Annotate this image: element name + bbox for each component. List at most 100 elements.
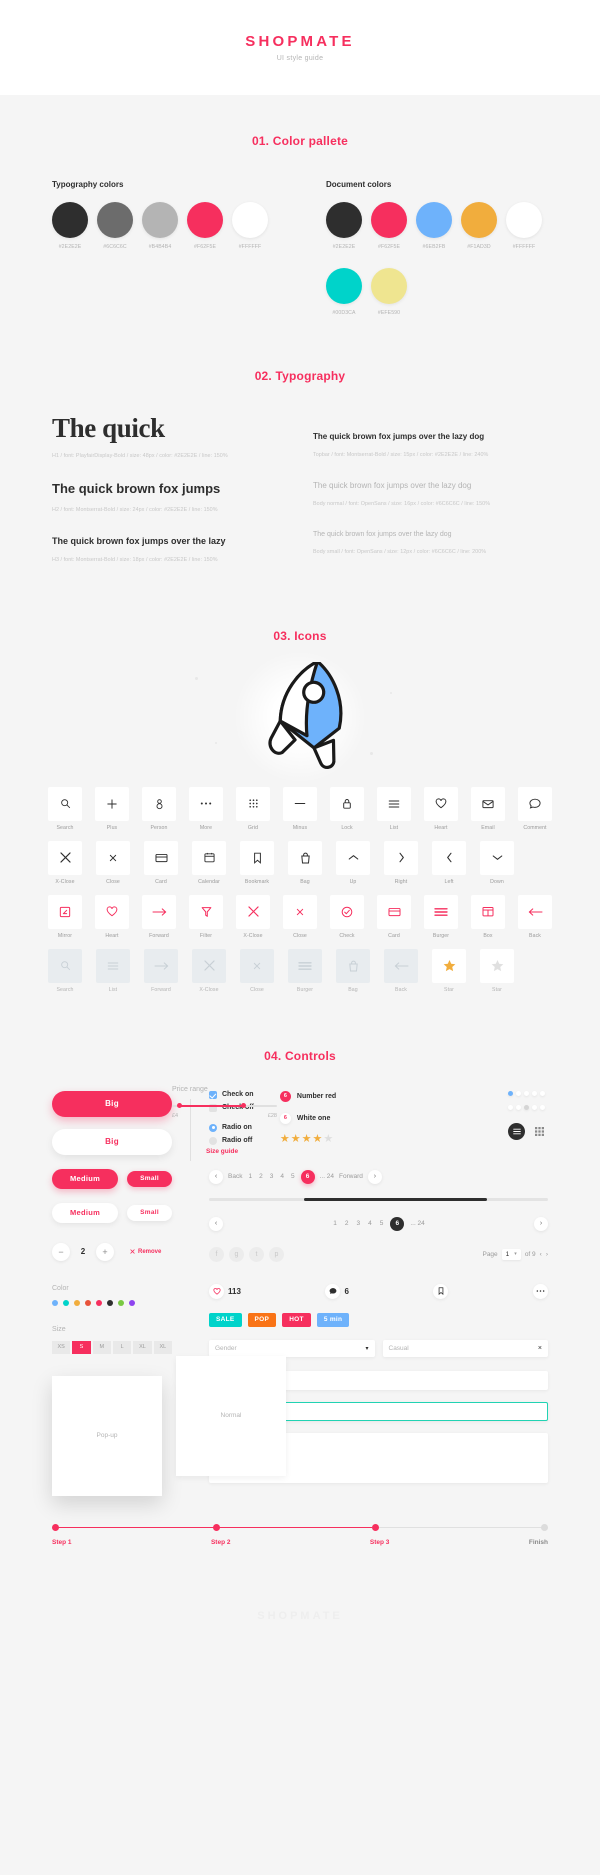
pagination-page-active[interactable]: 6	[390, 1216, 405, 1231]
card-icon[interactable]	[144, 840, 178, 875]
tag-pop[interactable]: POP	[247, 1312, 277, 1327]
plus-icon[interactable]	[95, 786, 129, 821]
gender-select[interactable]: Gender ▾	[209, 1339, 375, 1357]
dot-active[interactable]	[508, 1090, 513, 1096]
color-swatch[interactable]	[96, 1299, 102, 1306]
icon-cell[interactable]: Close	[240, 948, 274, 993]
step-dot-2[interactable]	[213, 1523, 221, 1531]
icon-cell[interactable]: Forward	[144, 948, 178, 993]
comment-metric[interactable]: 6	[325, 1283, 349, 1299]
star-filled-icon[interactable]: ★	[302, 1132, 312, 1145]
bookmark-metric[interactable]	[433, 1283, 449, 1299]
comment-icon[interactable]	[325, 1283, 341, 1299]
dot[interactable]	[516, 1090, 521, 1096]
color-swatch[interactable]	[129, 1299, 135, 1306]
box-icon[interactable]	[471, 894, 505, 929]
icon-cell[interactable]: Filter	[189, 894, 223, 939]
bag-icon[interactable]	[288, 840, 322, 875]
icon-cell[interactable]: Calendar	[192, 840, 226, 885]
list-icon[interactable]	[96, 948, 130, 983]
star-empty-icon[interactable]: ★	[323, 1132, 333, 1145]
bookmark-icon[interactable]	[433, 1283, 449, 1299]
swatch[interactable]: #6EB2FB	[416, 202, 452, 250]
swatch[interactable]: #F1AD3D	[461, 202, 497, 250]
forward-icon[interactable]	[142, 894, 176, 929]
size-option-selected[interactable]: S	[72, 1340, 91, 1354]
pagination-page[interactable]: 2	[344, 1220, 350, 1227]
radio-off[interactable]: Radio off	[209, 1136, 254, 1145]
dot[interactable]	[532, 1090, 537, 1096]
close-icon[interactable]	[240, 948, 274, 983]
price-range-track[interactable]	[172, 1103, 277, 1109]
icon-cell[interactable]: Up	[336, 840, 370, 885]
step-dot-3[interactable]	[371, 1523, 379, 1531]
pinterest-icon[interactable]: p	[269, 1246, 284, 1262]
dot-pager-gray[interactable]	[508, 1104, 548, 1110]
icon-cell[interactable]: Down	[480, 840, 514, 885]
stepper-plus-button[interactable]: +	[96, 1242, 114, 1261]
color-swatch[interactable]	[85, 1299, 91, 1306]
size-option[interactable]: XL	[153, 1340, 172, 1354]
calendar-icon[interactable]	[192, 840, 226, 875]
tag-hot[interactable]: HOT	[282, 1312, 311, 1327]
icon-cell[interactable]: Email	[471, 786, 505, 831]
pagination-prev-button[interactable]: ‹	[209, 1216, 223, 1231]
heart-icon[interactable]	[424, 786, 458, 821]
mirror-icon[interactable]	[48, 894, 82, 929]
up-icon[interactable]	[336, 840, 370, 875]
star-filled-icon[interactable]: ★	[313, 1132, 323, 1145]
swatch[interactable]: #F62F5E	[371, 202, 407, 250]
step-dot-4[interactable]	[541, 1523, 548, 1531]
icon-cell[interactable]: Box	[471, 894, 505, 939]
small-primary-button[interactable]: Small	[127, 1170, 172, 1187]
star-filled-icon[interactable]: ★	[280, 1132, 290, 1145]
pagination-next-button[interactable]: ›	[367, 1169, 382, 1184]
size-option[interactable]: XL	[133, 1340, 152, 1354]
tag-sale[interactable]: SALE	[209, 1312, 242, 1327]
scrollbar-thumb[interactable]	[303, 1197, 487, 1201]
icon-cell[interactable]: Card	[377, 894, 411, 939]
icon-cell[interactable]: X-Close	[48, 840, 82, 885]
icon-cell[interactable]: Card	[144, 840, 178, 885]
icon-cell[interactable]: Forward	[142, 894, 176, 939]
like-metric[interactable]: 113	[209, 1283, 241, 1299]
dot[interactable]	[540, 1090, 545, 1096]
filter-icon[interactable]	[189, 894, 223, 929]
size-option[interactable]: XS	[52, 1340, 71, 1354]
star-filled-icon[interactable]	[432, 948, 466, 983]
tag-time[interactable]: 5 min	[316, 1312, 350, 1327]
stepper-minus-button[interactable]: −	[52, 1242, 70, 1261]
icon-cell[interactable]: List	[377, 786, 411, 831]
icon-cell[interactable]: Heart	[95, 894, 129, 939]
grid-icon[interactable]	[236, 786, 270, 821]
pagination-forward-label[interactable]: Forward	[339, 1173, 363, 1180]
comment-icon[interactable]	[518, 786, 552, 821]
dot[interactable]	[540, 1104, 545, 1110]
close-icon[interactable]	[96, 840, 130, 875]
swatch[interactable]: #F62F5E	[187, 202, 223, 250]
dot[interactable]	[532, 1104, 537, 1110]
pagination-page[interactable]: 3	[355, 1220, 361, 1227]
facebook-icon[interactable]: f	[209, 1246, 224, 1262]
close-icon[interactable]: ×	[538, 1345, 542, 1352]
page-prev-button[interactable]: ‹	[540, 1251, 542, 1258]
big-primary-button[interactable]: Big	[52, 1090, 172, 1117]
pagination-back-label[interactable]: Back	[228, 1173, 242, 1180]
icon-cell[interactable]: More	[189, 786, 223, 831]
pagination-page[interactable]: 3	[269, 1173, 275, 1180]
minus-icon[interactable]	[283, 786, 317, 821]
grid-view-icon[interactable]	[531, 1123, 548, 1140]
big-secondary-button[interactable]: Big	[52, 1128, 172, 1155]
rating-stars[interactable]: ★ ★ ★ ★ ★	[280, 1132, 336, 1145]
icon-cell[interactable]: Search	[48, 948, 82, 993]
x-close-icon[interactable]	[48, 840, 82, 875]
google-icon[interactable]: g	[229, 1246, 244, 1262]
icon-cell[interactable]: Heart	[424, 786, 458, 831]
pagination-page[interactable]: 2	[258, 1173, 264, 1180]
swatch[interactable]: #EFE590	[371, 268, 407, 316]
more-icon[interactable]	[189, 786, 223, 821]
swatch[interactable]: #2E2E2E	[326, 202, 362, 250]
icon-cell[interactable]: X-Close	[236, 894, 270, 939]
price-range-knob-max[interactable]	[241, 1103, 247, 1109]
forward-icon[interactable]	[144, 948, 178, 983]
